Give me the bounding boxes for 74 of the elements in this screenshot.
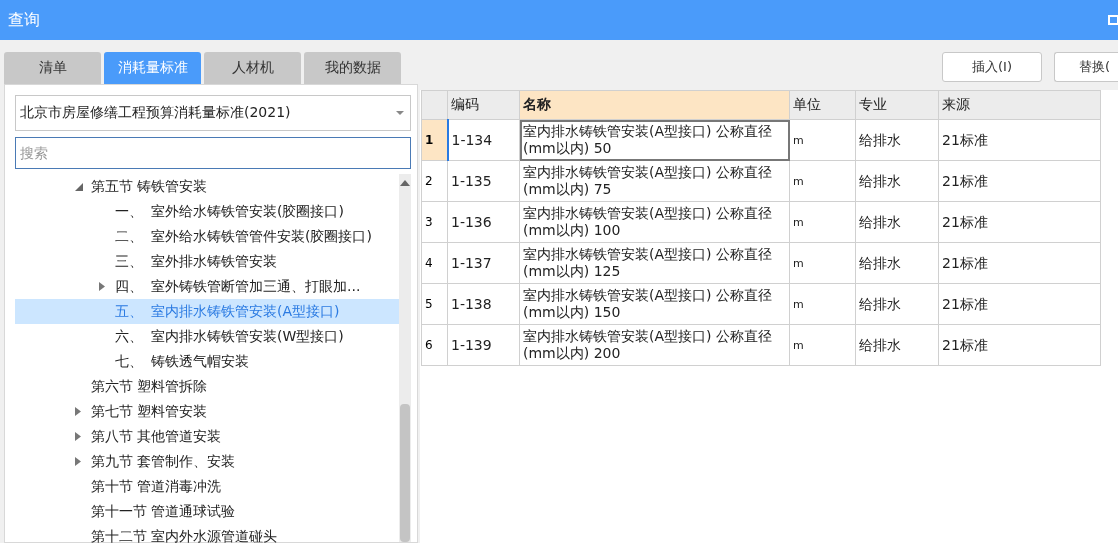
table-cell: 室内排水铸铁管安装(A型接口) 公称直径(mm以内) 150: [519, 283, 790, 325]
table-cell: 21标准: [938, 201, 1101, 243]
column-header[interactable]: 名称: [519, 90, 790, 120]
table-cell: 室内排水铸铁管安装(A型接口) 公称直径(mm以内) 125: [519, 242, 790, 284]
tree-item[interactable]: 第十二节 室内外水源管道碰头: [15, 524, 399, 543]
table-cell: 给排水: [855, 242, 939, 284]
table-cell: 1-137: [447, 242, 520, 284]
tab[interactable]: 人材机: [204, 52, 301, 84]
row-number[interactable]: 5: [421, 283, 448, 325]
expanded-triangle-icon[interactable]: [75, 182, 83, 191]
search-field[interactable]: 搜索: [15, 137, 411, 169]
table-cell: 1-139: [447, 324, 520, 366]
column-header[interactable]: 专业: [855, 90, 939, 120]
table-cell: m: [789, 201, 856, 243]
window-title: 查询: [8, 9, 40, 31]
scrollbar-thumb[interactable]: [400, 404, 410, 542]
table-cell: 21标准: [938, 242, 1101, 284]
row-number[interactable]: 4: [421, 242, 448, 284]
row-number[interactable]: 1: [421, 119, 448, 161]
tab[interactable]: 清单: [4, 52, 101, 84]
table-cell: 21标准: [938, 160, 1101, 202]
tree-item[interactable]: 四、 室外铸铁管断管加三通、打眼加...: [15, 274, 399, 299]
dropdown-caret-icon[interactable]: [396, 111, 404, 115]
table-cell: 21标准: [938, 283, 1101, 325]
collapsed-triangle-icon[interactable]: [75, 407, 81, 416]
table-cell: 室内排水铸铁管安装(A型接口) 公称直径(mm以内) 75: [519, 160, 790, 202]
row-number[interactable]: 3: [421, 201, 448, 243]
table-cell: m: [789, 242, 856, 284]
tree-item[interactable]: 二、 室外给水铸铁管管件安装(胶圈接口): [15, 224, 399, 249]
tree-item[interactable]: 第八节 其他管道安装: [15, 424, 399, 449]
table-cell: 给排水: [855, 201, 939, 243]
tree-item[interactable]: 第五节 铸铁管安装: [15, 174, 399, 199]
table-cell: 室内排水铸铁管安装(A型接口) 公称直径(mm以内) 50: [519, 119, 790, 161]
tree-item[interactable]: 一、 室外给水铸铁管安装(胶圈接口): [15, 199, 399, 224]
tree-item[interactable]: 第七节 塑料管安装: [15, 399, 399, 424]
replace-button[interactable]: 替换(: [1054, 52, 1118, 82]
row-number[interactable]: 6: [421, 324, 448, 366]
table-cell: 给排水: [855, 324, 939, 366]
table-cell: 给排水: [855, 160, 939, 202]
corner-header-cell: [421, 90, 448, 120]
tree-item[interactable]: 三、 室外排水铸铁管安装: [15, 249, 399, 274]
table-cell: 1-135: [447, 160, 520, 202]
tree-item[interactable]: 六、 室内排水铸铁管安装(W型接口): [15, 324, 399, 349]
table-cell: 室内排水铸铁管安装(A型接口) 公称直径(mm以内) 200: [519, 324, 790, 366]
tree-item[interactable]: 第九节 套管制作、安装: [15, 449, 399, 474]
table-cell: m: [789, 119, 856, 161]
table-cell: 1-136: [447, 201, 520, 243]
table-cell: m: [789, 160, 856, 202]
tree-item[interactable]: 第六节 塑料管拆除: [15, 374, 399, 399]
table-cell: m: [789, 283, 856, 325]
insert-button[interactable]: 插入(I): [942, 52, 1042, 82]
table-cell: 21标准: [938, 324, 1101, 366]
column-header[interactable]: 单位: [789, 90, 856, 120]
collapsed-triangle-icon[interactable]: [99, 282, 105, 291]
table-cell: 1-134: [447, 119, 520, 161]
table-cell: 1-138: [447, 283, 520, 325]
tree-item[interactable]: 第十节 管道消毒冲洗: [15, 474, 399, 499]
table-cell: 给排水: [855, 283, 939, 325]
table-cell: 室内排水铸铁管安装(A型接口) 公称直径(mm以内) 100: [519, 201, 790, 243]
window-maximize-icon[interactable]: [1108, 15, 1118, 25]
row-number[interactable]: 2: [421, 160, 448, 202]
column-header[interactable]: 来源: [938, 90, 1101, 120]
library-dropdown[interactable]: 北京市房屋修缮工程预算消耗量标准(2021): [15, 95, 411, 131]
tree-item[interactable]: 第十一节 管道通球试验: [15, 499, 399, 524]
table-cell: 21标准: [938, 119, 1101, 161]
tab[interactable]: 我的数据: [304, 52, 401, 84]
collapsed-triangle-icon[interactable]: [75, 457, 81, 466]
scrollbar[interactable]: [399, 174, 411, 542]
tree-item[interactable]: 七、 铸铁透气帽安装: [15, 349, 399, 374]
column-header[interactable]: 编码: [447, 90, 520, 120]
scroll-up-icon[interactable]: [400, 180, 410, 186]
table-cell: 给排水: [855, 119, 939, 161]
table-cell: m: [789, 324, 856, 366]
collapsed-triangle-icon[interactable]: [75, 432, 81, 441]
